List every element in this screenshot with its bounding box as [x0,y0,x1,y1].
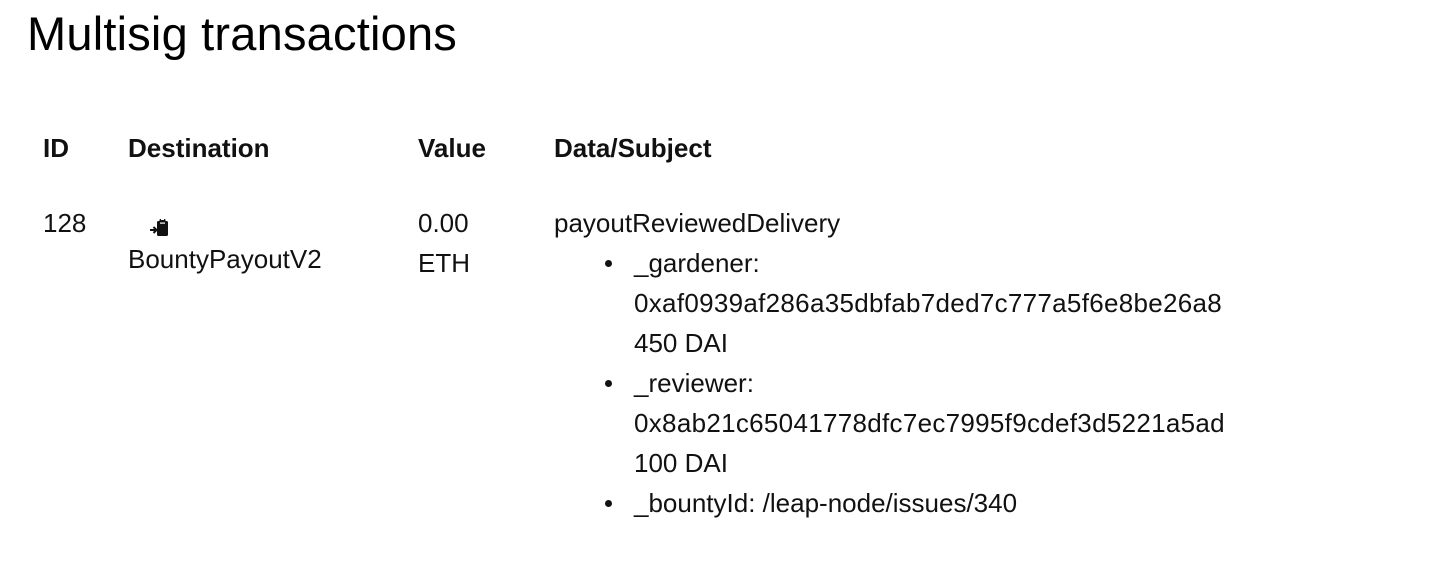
param-label: _reviewer: [634,368,754,398]
column-header-destination: Destination [128,133,270,163]
table-row: 128 BountyPayoutV2 0.00 ETH payoutReview… [43,203,1225,523]
method-name: payoutReviewedDelivery [554,208,841,238]
param-amount: 100 DAI [634,448,728,478]
transaction-id: 128 [43,208,87,238]
multisig-transactions-table: ID Destination Value Data/Subject 128 Bo… [43,128,1225,523]
param-amount: 450 DAI [634,328,728,358]
param-address: 0xaf0939af286a35dbfab7ded7c777a5f6e8be26… [634,288,1223,318]
column-header-id: ID [43,133,69,163]
column-header-data-subject: Data/Subject [554,133,712,163]
param-bounty-id: _bountyId: /leap-node/issues/340 [605,483,1225,523]
table-spacer [43,168,1225,203]
table-header-row: ID Destination Value Data/Subject [43,128,1225,168]
clipboard-paste-icon[interactable] [148,211,172,236]
param-gardener: _gardener: 0xaf0939af286a35dbfab7ded7c77… [605,243,1225,363]
value-unit: ETH [418,248,470,278]
value-cell: 0.00 ETH [418,203,554,523]
param-reviewer: _reviewer: 0x8ab21c65041778dfc7ec7995f9c… [605,363,1225,483]
destination-cell: BountyPayoutV2 [128,203,418,523]
value-amount: 0.00 [418,208,469,238]
params-list: _gardener: 0xaf0939af286a35dbfab7ded7c77… [554,243,1225,523]
data-subject-cell: payoutReviewedDelivery _gardener: 0xaf09… [554,203,1225,523]
column-header-value: Value [418,133,486,163]
param-address: 0x8ab21c65041778dfc7ec7995f9cdef3d5221a5… [634,408,1225,438]
page-title: Multisig transactions [27,7,457,60]
param-label: _gardener: [634,248,760,278]
destination-name[interactable]: BountyPayoutV2 [128,239,418,279]
param-label: _bountyId: /leap-node/issues/340 [634,488,1018,518]
